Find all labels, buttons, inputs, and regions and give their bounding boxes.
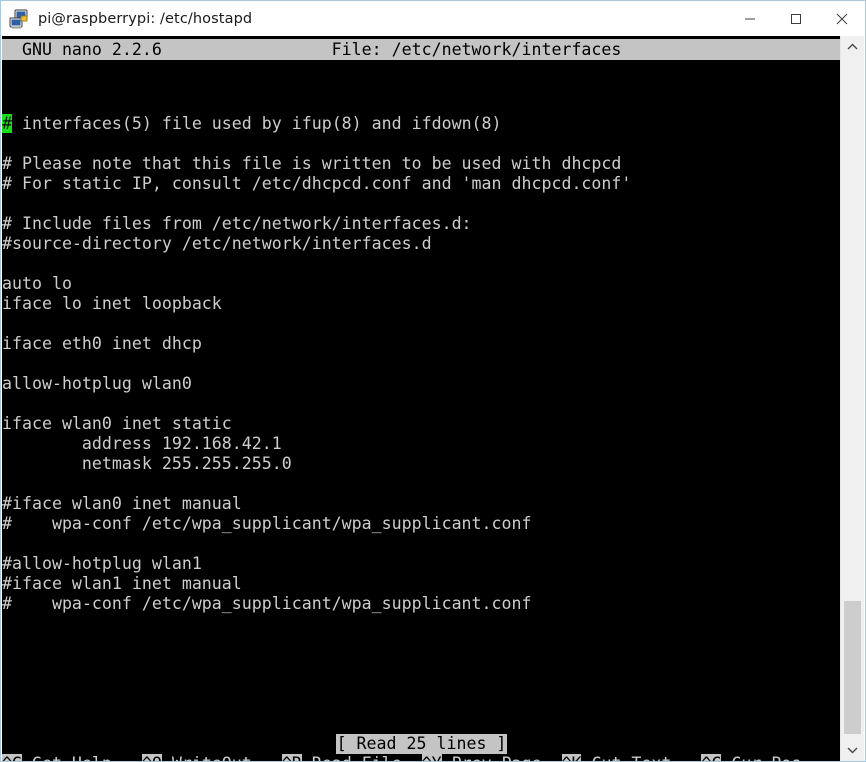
code-line[interactable]: [2, 194, 841, 214]
shortcut-ctrl-k[interactable]: ^K Cut Text: [561, 754, 702, 761]
chevron-up-icon: [847, 43, 858, 50]
code-line[interactable]: [2, 354, 841, 374]
file-content[interactable]: # interfaces(5) file used by ifup(8) and…: [2, 114, 841, 614]
status-line: [ Read 25 lines ]: [2, 734, 841, 754]
shortcut-ctrl-c[interactable]: ^C Cur Pos: [701, 754, 802, 761]
status-message: [ Read 25 lines ]: [335, 734, 508, 754]
code-line[interactable]: [2, 394, 841, 414]
shortcut-label: Cut Text: [581, 754, 702, 761]
code-line[interactable]: [2, 534, 841, 554]
code-line-text: interfaces(5) file used by ifup(8) and i…: [12, 114, 502, 133]
shortcut-ctrl-y[interactable]: ^Y Prev Page: [421, 754, 562, 761]
scrollbar-down-button[interactable]: [841, 739, 864, 761]
scrollbar-thumb[interactable]: [844, 601, 861, 734]
maximize-button[interactable]: [773, 1, 819, 36]
code-line[interactable]: address 192.168.42.1: [2, 434, 841, 454]
code-line-cursor[interactable]: # interfaces(5) file used by ifup(8) and…: [2, 114, 841, 134]
code-line[interactable]: # For static IP, consult /etc/dhcpcd.con…: [2, 174, 841, 194]
code-line[interactable]: [2, 134, 841, 154]
shortcut-key: ^C: [701, 754, 722, 761]
code-line[interactable]: [2, 254, 841, 274]
shortcut-ctrl-g[interactable]: ^G Get Help: [2, 754, 142, 761]
minimize-button[interactable]: [727, 1, 773, 36]
shortcut-key: ^G: [2, 754, 22, 761]
close-icon: [836, 13, 848, 24]
code-line[interactable]: iface lo inet loopback: [2, 294, 841, 314]
vertical-scrollbar[interactable]: [840, 36, 864, 761]
code-line[interactable]: allow-hotplug wlan0: [2, 374, 841, 394]
text-cursor: #: [2, 114, 12, 133]
shortcut-bar[interactable]: ^G Get Help ^O WriteOut ^R Read File ^Y …: [2, 754, 841, 761]
shortcut-label: Prev Page: [441, 754, 562, 761]
terminal-screen[interactable]: GNU nano 2.2.6 File: /etc/network/interf…: [2, 36, 841, 761]
title-bar[interactable]: pi@raspberrypi: /etc/hostapd: [1, 1, 865, 36]
code-line[interactable]: netmask 255.255.255.0: [2, 454, 841, 474]
code-line[interactable]: #source-directory /etc/network/interface…: [2, 234, 841, 254]
shortcut-key: ^O: [141, 754, 162, 761]
code-line[interactable]: iface wlan0 inet static: [2, 414, 841, 434]
putty-window: pi@raspberrypi: /etc/hostapd GNU nano 2.…: [0, 0, 866, 762]
code-line[interactable]: #iface wlan0 inet manual: [2, 494, 841, 514]
code-line[interactable]: auto lo: [2, 274, 841, 294]
maximize-icon: [791, 13, 801, 24]
nano-title-bar: GNU nano 2.2.6 File: /etc/network/interf…: [2, 39, 841, 60]
shortcut-row-1[interactable]: ^G Get Help ^O WriteOut ^R Read File ^Y …: [2, 754, 841, 761]
chevron-down-icon: [847, 747, 858, 754]
code-line[interactable]: # Include files from /etc/network/interf…: [2, 214, 841, 234]
close-button[interactable]: [819, 1, 865, 36]
shortcut-ctrl-r[interactable]: ^R Read File: [281, 754, 422, 761]
putty-terminal-icon: [8, 8, 30, 30]
code-line[interactable]: # wpa-conf /etc/wpa_supplicant/wpa_suppl…: [2, 514, 841, 534]
code-line[interactable]: #iface wlan1 inet manual: [2, 574, 841, 594]
window-title: pi@raspberrypi: /etc/hostapd: [38, 10, 253, 27]
shortcut-ctrl-o[interactable]: ^O WriteOut: [141, 754, 282, 761]
code-line[interactable]: [2, 314, 841, 334]
code-line[interactable]: #allow-hotplug wlan1: [2, 554, 841, 574]
code-line[interactable]: # Please note that this file is written …: [2, 154, 841, 174]
shortcut-label: Cur Pos: [721, 754, 802, 761]
code-line[interactable]: iface eth0 inet dhcp: [2, 334, 841, 354]
shortcut-key: ^R: [281, 754, 302, 761]
shortcut-label: WriteOut: [161, 754, 282, 761]
code-line[interactable]: # wpa-conf /etc/wpa_supplicant/wpa_suppl…: [2, 594, 841, 614]
shortcut-key: ^K: [561, 754, 582, 761]
shortcut-label: Read File: [301, 754, 422, 761]
minimize-icon: [745, 18, 755, 19]
code-lines[interactable]: # Please note that this file is written …: [2, 134, 841, 614]
shortcut-key: ^Y: [421, 754, 442, 761]
code-line[interactable]: [2, 474, 841, 494]
scrollbar-up-button[interactable]: [841, 36, 864, 58]
shortcut-label: Get Help: [21, 754, 142, 761]
